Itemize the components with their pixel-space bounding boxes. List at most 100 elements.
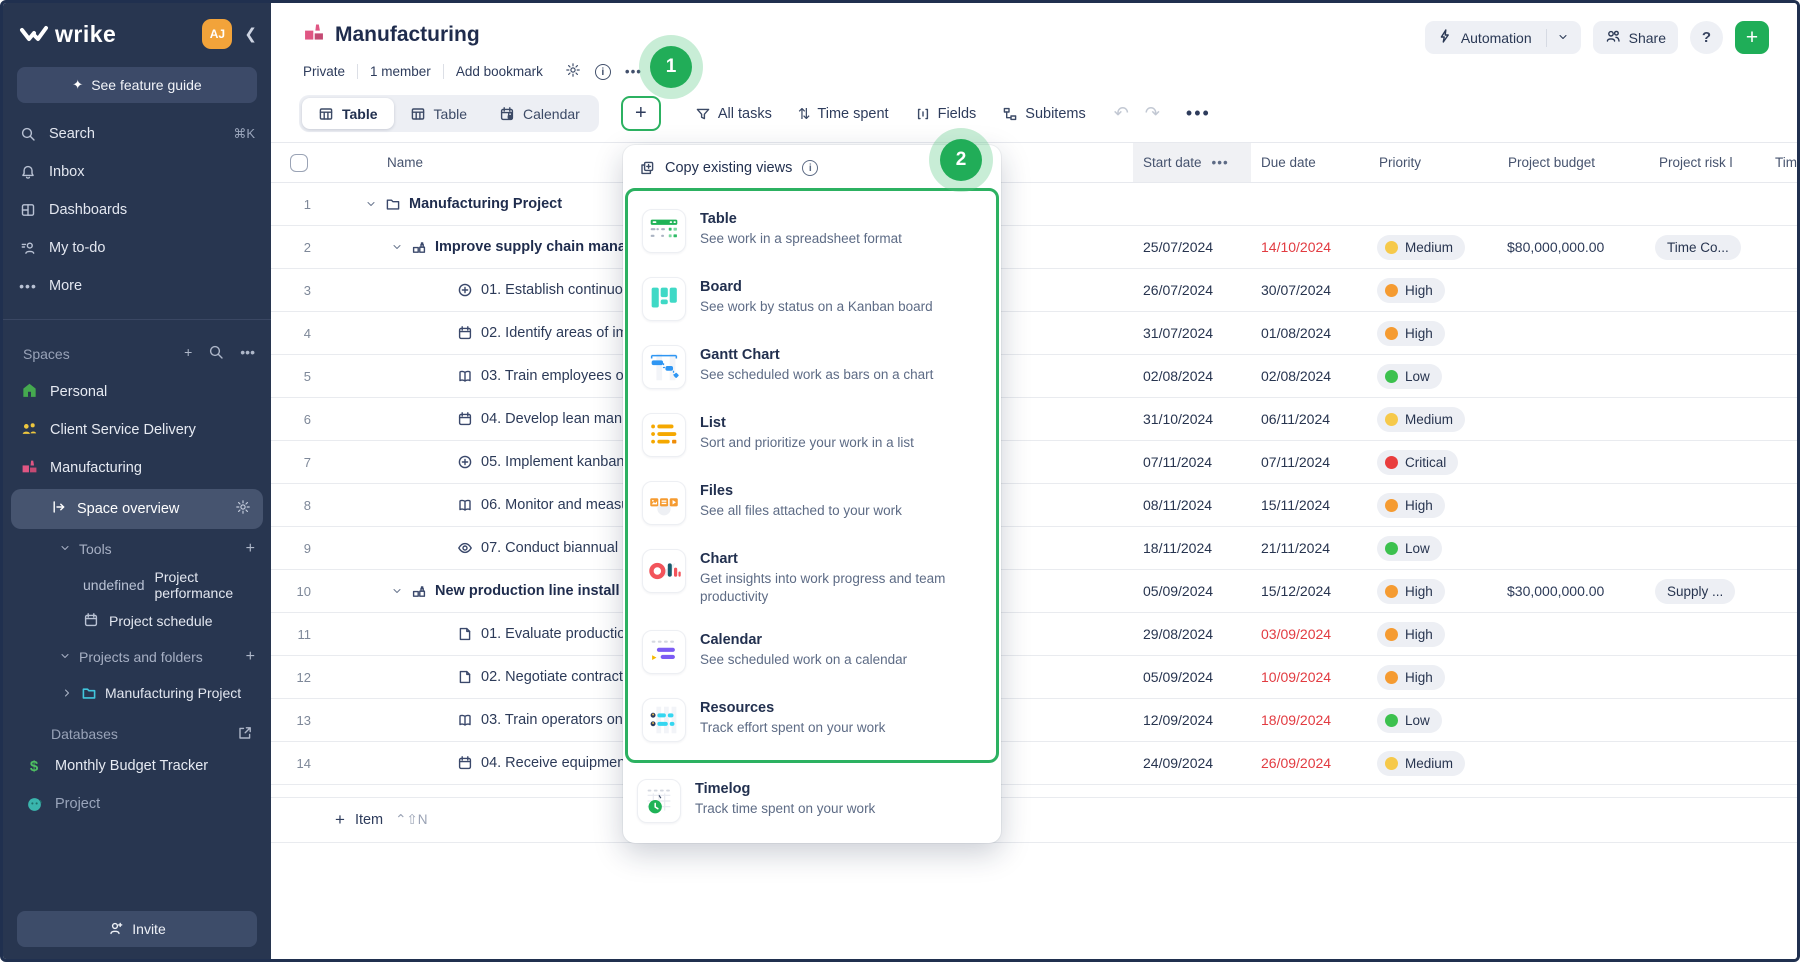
risk-cell[interactable]: [1649, 398, 1769, 440]
info-icon[interactable]: i: [802, 160, 818, 176]
risk-cell[interactable]: [1649, 269, 1769, 311]
priority-cell[interactable]: Low: [1369, 699, 1499, 741]
view-option-gantt-chart[interactable]: Gantt Chart See scheduled work as bars o…: [628, 333, 996, 401]
add-tool-icon[interactable]: +: [246, 540, 255, 558]
column-project-budget[interactable]: Project budget: [1499, 143, 1649, 182]
sidebar-item-search[interactable]: Search ⌘K: [3, 115, 271, 153]
time-cell[interactable]: [1769, 398, 1797, 440]
table-row[interactable]: 10 New production line install 05/09/202…: [271, 570, 1797, 613]
due-date-cell[interactable]: 15/12/2024: [1251, 570, 1369, 612]
start-date-cell[interactable]: 31/10/2024: [1133, 398, 1251, 440]
meta-add-bookmark[interactable]: Add bookmark: [443, 64, 555, 79]
risk-cell[interactable]: Supply ...: [1649, 570, 1769, 612]
time-cell[interactable]: [1769, 699, 1797, 741]
priority-cell[interactable]: Medium: [1369, 226, 1499, 268]
task-name[interactable]: Improve supply chain mana: [435, 239, 626, 255]
table-row[interactable]: 4 02. Identify areas of imp 31/07/2024 0…: [271, 312, 1797, 355]
sidebar-item-space-overview[interactable]: Space overview: [11, 489, 263, 529]
budget-cell[interactable]: $30,000,000.00: [1499, 570, 1649, 612]
add-project-icon[interactable]: +: [246, 648, 255, 666]
undo-icon[interactable]: ↶: [1114, 103, 1129, 124]
time-cell[interactable]: [1769, 183, 1797, 225]
view-tab-table[interactable]: Table: [394, 98, 483, 129]
add-view-button[interactable]: +: [621, 96, 661, 131]
sidebar-item-dashboards[interactable]: Dashboards: [3, 191, 271, 229]
projects-section-header[interactable]: Projects and folders +: [3, 639, 271, 675]
column-time[interactable]: Tim: [1769, 143, 1797, 182]
redo-icon[interactable]: ↷: [1145, 103, 1160, 124]
start-date-cell[interactable]: 02/08/2024: [1133, 355, 1251, 397]
time-cell[interactable]: [1769, 742, 1797, 784]
priority-cell[interactable]: Medium: [1369, 398, 1499, 440]
due-date-cell[interactable]: 01/08/2024: [1251, 312, 1369, 354]
priority-cell[interactable]: Critical: [1369, 441, 1499, 483]
due-date-cell[interactable]: 06/11/2024: [1251, 398, 1369, 440]
add-item-row[interactable]: + Item ⌃⇧N: [271, 797, 1797, 843]
risk-cell[interactable]: [1649, 527, 1769, 569]
start-date-cell[interactable]: 31/07/2024: [1133, 312, 1251, 354]
time-cell[interactable]: [1769, 312, 1797, 354]
view-tab-table[interactable]: Table: [302, 98, 394, 129]
external-link-icon[interactable]: [237, 725, 253, 744]
view-tab-calendar[interactable]: Calendar: [483, 98, 596, 129]
table-row[interactable]: 14 04. Receive equipment c 24/09/2024 26…: [271, 742, 1797, 785]
task-name[interactable]: 01. Establish continuous: [481, 282, 638, 298]
budget-cell[interactable]: [1499, 441, 1649, 483]
due-date-cell[interactable]: 10/09/2024: [1251, 656, 1369, 698]
table-row[interactable]: 6 04. Develop lean manufa 31/10/2024 06/…: [271, 398, 1797, 441]
task-name[interactable]: New production line install: [435, 583, 620, 599]
meta-private[interactable]: Private: [303, 64, 357, 79]
column-start-date[interactable]: Start date •••: [1133, 143, 1251, 182]
due-date-cell[interactable]: 15/11/2024: [1251, 484, 1369, 526]
sidebar-folder-manufacturing-project[interactable]: Manufacturing Project: [3, 675, 271, 711]
due-date-cell[interactable]: 07/11/2024: [1251, 441, 1369, 483]
expand-chevron-icon[interactable]: [391, 241, 403, 253]
sidebar-space-client-service-delivery[interactable]: Client Service Delivery: [3, 411, 271, 449]
view-option-board[interactable]: Board See work by status on a Kanban boa…: [628, 265, 996, 333]
budget-cell[interactable]: [1499, 183, 1649, 225]
toolbar-fields[interactable]: Fields: [915, 106, 977, 122]
sidebar-tool-project-schedule[interactable]: Project schedule: [3, 603, 271, 639]
feature-guide-button[interactable]: ✦ See feature guide: [17, 67, 257, 103]
start-date-cell[interactable]: 08/11/2024: [1133, 484, 1251, 526]
help-button[interactable]: ?: [1690, 21, 1723, 54]
add-space-icon[interactable]: +: [184, 344, 192, 363]
start-date-cell[interactable]: 18/11/2024: [1133, 527, 1251, 569]
priority-cell[interactable]: High: [1369, 269, 1499, 311]
sidebar-db-monthly-budget-tracker[interactable]: $ Monthly Budget Tracker: [3, 747, 271, 785]
due-date-cell[interactable]: [1251, 183, 1369, 225]
task-name[interactable]: 02. Negotiate contract w: [481, 669, 637, 685]
search-spaces-icon[interactable]: [208, 344, 224, 363]
column-project-risk[interactable]: Project risk l: [1649, 143, 1769, 182]
start-date-cell[interactable]: 25/07/2024: [1133, 226, 1251, 268]
automation-button[interactable]: Automation: [1425, 21, 1581, 54]
budget-cell[interactable]: [1499, 484, 1649, 526]
sidebar-item-inbox[interactable]: Inbox: [3, 153, 271, 191]
view-option-resources[interactable]: Resources Track effort spent on your wor…: [628, 686, 996, 754]
info-icon[interactable]: i: [595, 64, 611, 80]
budget-cell[interactable]: [1499, 398, 1649, 440]
table-row[interactable]: 11 01. Evaluate production 29/08/2024 03…: [271, 613, 1797, 656]
avatar[interactable]: AJ: [202, 19, 232, 49]
time-cell[interactable]: [1769, 656, 1797, 698]
column-due-date[interactable]: Due date: [1251, 143, 1369, 182]
budget-cell[interactable]: [1499, 699, 1649, 741]
time-cell[interactable]: [1769, 226, 1797, 268]
budget-cell[interactable]: [1499, 312, 1649, 354]
table-row[interactable]: 12 02. Negotiate contract w 05/09/2024 1…: [271, 656, 1797, 699]
task-name[interactable]: 03. Train operators on n: [481, 712, 635, 728]
table-row[interactable]: 5 03. Train employees on 02/08/2024 02/0…: [271, 355, 1797, 398]
start-date-cell[interactable]: 07/11/2024: [1133, 441, 1251, 483]
sidebar-item-more[interactable]: ••• More: [3, 267, 271, 305]
risk-cell[interactable]: [1649, 484, 1769, 526]
sidebar-tool-project-performance[interactable]: undefined Project performance: [3, 567, 271, 603]
start-date-cell[interactable]: 26/07/2024: [1133, 269, 1251, 311]
task-name[interactable]: 04. Develop lean manufa: [481, 411, 642, 427]
expand-chevron-icon[interactable]: [391, 585, 403, 597]
start-date-cell[interactable]: 05/09/2024: [1133, 570, 1251, 612]
due-date-cell[interactable]: 18/09/2024: [1251, 699, 1369, 741]
task-name[interactable]: 04. Receive equipment c: [481, 755, 641, 771]
priority-cell[interactable]: Low: [1369, 527, 1499, 569]
table-row[interactable]: 1 Manufacturing Project: [271, 183, 1797, 226]
time-cell[interactable]: [1769, 269, 1797, 311]
